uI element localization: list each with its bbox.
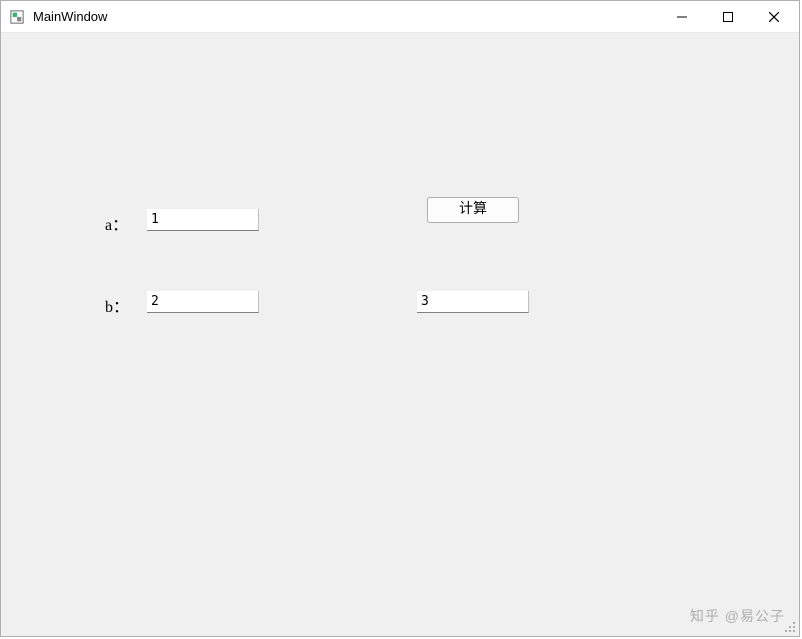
calculate-button[interactable]: 计算 [427,197,519,223]
watermark-text: 知乎 @易公子 [690,606,785,626]
main-window: MainWindow a： 计算 b： [0,0,800,637]
input-a[interactable] [147,209,259,231]
window-controls [659,1,797,32]
input-b[interactable] [147,291,259,313]
label-b: b： [105,293,129,317]
close-button[interactable] [751,1,797,33]
client-area: a： 计算 b： 知乎 @易公子 [1,33,799,636]
resize-grip-icon[interactable] [781,618,797,634]
titlebar: MainWindow [1,1,799,33]
window-title: MainWindow [33,9,659,24]
result-output[interactable] [417,291,529,313]
minimize-button[interactable] [659,1,705,33]
app-icon [9,9,25,25]
label-a: a： [105,211,128,235]
maximize-button[interactable] [705,1,751,33]
